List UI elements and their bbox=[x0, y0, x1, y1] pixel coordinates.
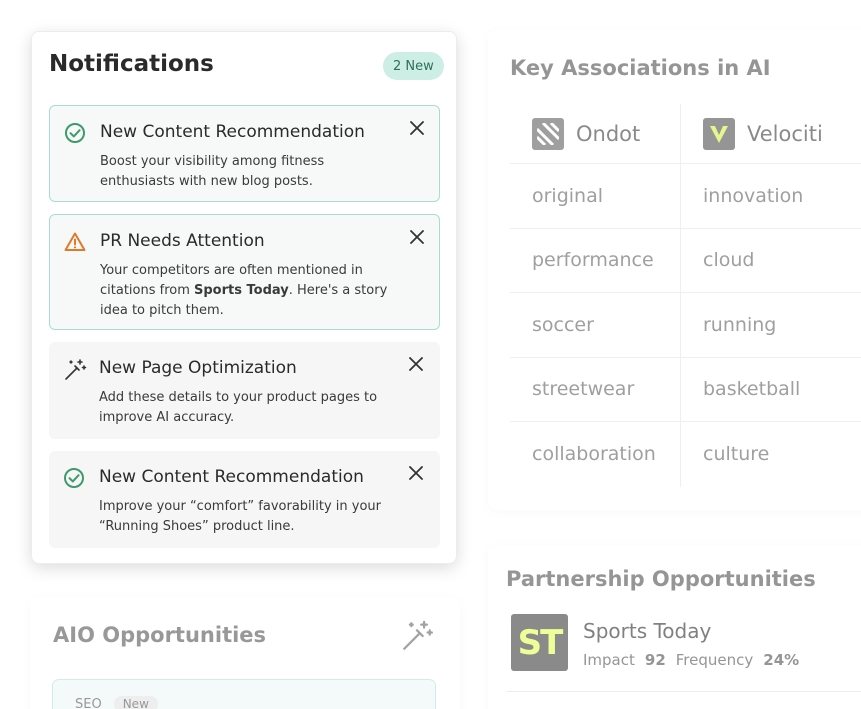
velociti-logo-icon bbox=[703, 118, 735, 150]
association-row: soccer running bbox=[510, 293, 861, 358]
partnership-title: Partnership Opportunities bbox=[506, 567, 816, 591]
notification-title: New Content Recommendation bbox=[100, 122, 365, 142]
partner-name[interactable]: Sports Today bbox=[583, 619, 711, 643]
frequency-label: Frequency bbox=[675, 651, 754, 669]
association-cell: original bbox=[510, 164, 681, 228]
partner-stats: Impact 92 Frequency 24% bbox=[583, 651, 799, 669]
notification-body-line: Add these details to your product pages … bbox=[99, 390, 378, 405]
sports-today-logo: ST bbox=[511, 614, 568, 671]
association-row: performance cloud bbox=[510, 228, 861, 293]
notification-body: Improve your “comfort” favorability in y… bbox=[99, 497, 399, 537]
notification-body-line: improve AI accuracy. bbox=[99, 410, 235, 425]
notification-item[interactable]: New Content Recommendation Boost your vi… bbox=[49, 105, 440, 202]
association-cell: streetwear bbox=[510, 357, 681, 421]
association-row: original innovation bbox=[510, 164, 861, 229]
partnership-card: Partnership Opportunities ST Sports Toda… bbox=[488, 545, 861, 709]
notification-title: New Page Optimization bbox=[99, 358, 297, 378]
association-cell: cloud bbox=[703, 249, 755, 272]
divider bbox=[506, 691, 861, 692]
notification-item[interactable]: New Content Recommendation Improve your … bbox=[49, 451, 440, 548]
frequency-value: 24% bbox=[763, 651, 800, 669]
notification-body-bold: Sports Today bbox=[194, 283, 289, 298]
association-cell: innovation bbox=[703, 184, 804, 207]
notifications-title: Notifications bbox=[49, 51, 214, 77]
association-row: collaboration culture bbox=[510, 422, 861, 487]
close-icon[interactable] bbox=[404, 352, 428, 376]
aio-opportunities-card: AIO Opportunities SEO New bbox=[30, 597, 460, 709]
notification-item[interactable]: PR Needs Attention Your competitors are … bbox=[49, 214, 440, 330]
close-icon[interactable] bbox=[405, 225, 429, 249]
key-associations-card: Key Associations in AI Ondot Velociti or… bbox=[488, 30, 861, 510]
association-cell: culture bbox=[703, 443, 770, 466]
aio-tag-label: SEO bbox=[75, 696, 102, 709]
association-cell: soccer bbox=[510, 293, 681, 357]
aio-new-badge: New bbox=[113, 696, 158, 709]
association-cell: running bbox=[703, 313, 777, 336]
ondot-logo-icon bbox=[532, 118, 564, 150]
close-icon[interactable] bbox=[405, 116, 429, 140]
notification-title: PR Needs Attention bbox=[100, 231, 265, 251]
aio-item-tag: SEO New bbox=[75, 696, 158, 709]
impact-value: 92 bbox=[644, 651, 666, 669]
associations-header-row: Ondot Velociti bbox=[510, 104, 861, 164]
notification-body-line: Improve your “comfort” favorability in y… bbox=[99, 499, 382, 514]
close-icon[interactable] bbox=[404, 461, 428, 485]
notifications-panel: Notifications 2 New New Content Recommen… bbox=[31, 31, 457, 564]
magic-wand-icon bbox=[63, 358, 87, 380]
notification-body: Boost your visibility among fitness enth… bbox=[100, 152, 390, 192]
warning-triangle-icon bbox=[64, 231, 86, 253]
aio-title: AIO Opportunities bbox=[53, 623, 267, 647]
check-circle-icon bbox=[64, 122, 86, 144]
notification-body-line: “Running Shoes” product line. bbox=[99, 519, 295, 534]
notification-body: Your competitors are often mentioned in … bbox=[100, 261, 392, 321]
impact-label: Impact bbox=[583, 651, 635, 669]
key-associations-title: Key Associations in AI bbox=[510, 56, 771, 80]
brand-ondot: Ondot bbox=[510, 104, 681, 164]
brand-ondot-label: Ondot bbox=[576, 122, 641, 146]
check-circle-icon bbox=[63, 467, 85, 489]
brand-velociti-label: Velociti bbox=[747, 122, 823, 146]
aio-item[interactable]: SEO New bbox=[52, 679, 436, 709]
new-count-badge: 2 New bbox=[383, 52, 444, 80]
notification-body-line: enthusiasts with new blog posts. bbox=[100, 174, 313, 189]
association-cell: collaboration bbox=[510, 422, 681, 487]
associations-table: Ondot Velociti original innovation perfo… bbox=[510, 104, 861, 487]
brand-velociti: Velociti bbox=[681, 104, 861, 164]
association-row: streetwear basketball bbox=[510, 357, 861, 422]
association-cell: basketball bbox=[703, 378, 801, 401]
magic-wand-icon[interactable] bbox=[400, 619, 434, 657]
notification-item[interactable]: New Page Optimization Add these details … bbox=[49, 342, 440, 439]
association-cell: performance bbox=[510, 228, 681, 292]
notification-body-line: Boost your visibility among fitness bbox=[100, 154, 325, 169]
notification-body: Add these details to your product pages … bbox=[99, 388, 399, 428]
notification-title: New Content Recommendation bbox=[99, 467, 364, 487]
